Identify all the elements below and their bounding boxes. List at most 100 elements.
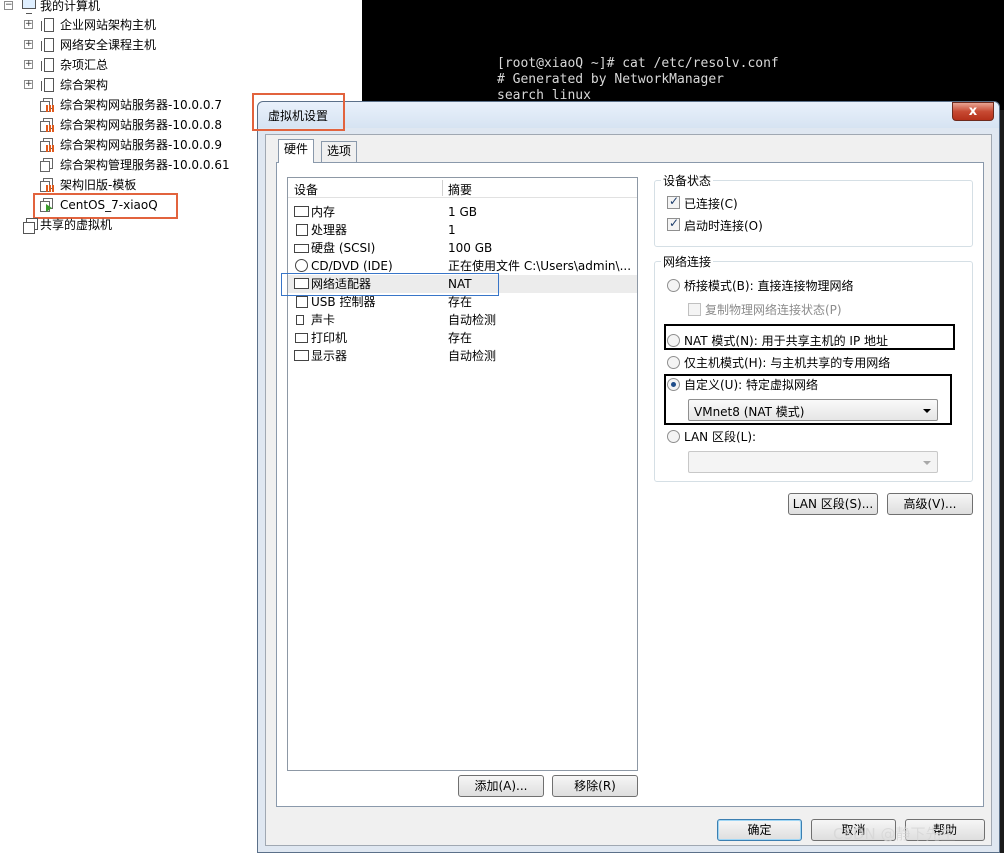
button-label: 添加(A)... [474, 779, 528, 793]
folder-icon [41, 38, 54, 52]
close-icon: x [968, 104, 978, 119]
terminal-line: # Generated by NetworkManager [497, 72, 724, 87]
radio-label[interactable]: LAN 区段(L): [684, 428, 756, 445]
tab-options[interactable]: 选项 [321, 141, 358, 162]
hostonly-radio[interactable] [667, 356, 680, 369]
device-row-printer[interactable]: 打印机 存在 [288, 329, 637, 347]
usb-icon [296, 296, 308, 308]
radio-label[interactable]: 仅主机模式(H): 与主机共享的专用网络 [684, 354, 890, 371]
radio-label[interactable]: 桥接模式(B): 直接连接物理网络 [684, 277, 853, 294]
lan-segment-radio[interactable] [667, 430, 680, 443]
device-name: 显示器 [311, 349, 348, 363]
network-connection-group: 网络连接 桥接模式(B): 直接连接物理网络 复制物理网络连接状态(P) NAT… [654, 253, 973, 482]
tree-root-label: 我的计算机 [40, 0, 101, 13]
lan-segments-button[interactable]: LAN 区段(S)... [788, 493, 878, 515]
checkbox-label[interactable]: 启动时连接(O) [684, 217, 763, 234]
device-summary: 自动检测 [448, 349, 497, 363]
group-title: 设备状态 [661, 172, 714, 189]
checkbox-label[interactable]: 已连接(C) [684, 195, 738, 212]
memory-icon [294, 206, 309, 217]
column-header-device[interactable]: 设备 [294, 181, 318, 198]
expand-icon[interactable]: + [24, 40, 33, 49]
printer-icon [295, 333, 308, 343]
speaker-icon [296, 315, 304, 325]
bridged-radio[interactable] [667, 279, 680, 292]
column-header-summary[interactable]: 摘要 [448, 181, 472, 198]
tree-item-label: 综合架构管理服务器-10.0.0.61 [60, 158, 230, 172]
button-label: 确定 [747, 823, 772, 837]
device-row-display[interactable]: 显示器 自动检测 [288, 347, 637, 365]
tab-label: 选项 [327, 144, 352, 158]
tree-item-label: 综合架构 [60, 78, 109, 92]
folder-icon [41, 58, 54, 72]
device-summary: 存在 [448, 331, 473, 345]
device-summary: 1 [448, 223, 456, 237]
device-list-header: 设备 摘要 [288, 178, 637, 198]
cdrom-icon [295, 259, 308, 272]
device-row-sound[interactable]: 声卡 自动检测 [288, 311, 637, 329]
tab-hardware[interactable]: 硬件 [278, 139, 315, 163]
column-divider[interactable] [442, 180, 443, 196]
vm-stopped-icon [40, 98, 54, 112]
group-title: 网络连接 [661, 253, 714, 270]
vm-stopped-icon [40, 118, 54, 132]
device-row-memory[interactable]: 内存 1 GB [288, 203, 637, 221]
dialog-titlebar[interactable]: 虚拟机设置 x [258, 102, 999, 128]
harddisk-icon [294, 244, 309, 253]
device-status-group: 设备状态 已连接(C) 启动时连接(O) [654, 172, 973, 247]
folder-icon [41, 78, 54, 92]
monitor-icon [294, 350, 309, 361]
hardware-panel: 设备 摘要 内存 1 GB 处理器 1 硬盘 (SCSI) 100 GB CD/… [276, 162, 984, 807]
tree-item-label: 杂项汇总 [60, 58, 109, 72]
button-label: 移除(R) [574, 779, 616, 793]
console-view[interactable]: [root@xiaoQ ~]# cat /etc/resolv.conf # G… [362, 0, 1004, 110]
cpu-icon [296, 224, 308, 236]
vm-stopped-icon [40, 178, 54, 192]
close-button[interactable]: x [952, 102, 994, 121]
button-label: 高级(V)... [903, 497, 957, 511]
ok-button[interactable]: 确定 [717, 819, 802, 841]
connect-at-power-on-checkbox[interactable] [667, 216, 680, 231]
checkbox-label[interactable]: 复制物理网络连接状态(P) [705, 301, 842, 318]
device-summary: 1 GB [448, 205, 477, 219]
device-summary: 100 GB [448, 241, 493, 255]
device-name: 硬盘 (SCSI) [311, 241, 376, 255]
watermark: CSDN @静下先生 [833, 825, 956, 843]
tree-item-label: 网络安全课程主机 [60, 38, 157, 52]
button-label: LAN 区段(S)... [792, 497, 874, 511]
highlight-box [664, 324, 955, 350]
device-summary: 自动检测 [448, 313, 497, 327]
expand-icon[interactable]: + [24, 80, 33, 89]
device-list[interactable]: 设备 摘要 内存 1 GB 处理器 1 硬盘 (SCSI) 100 GB CD/… [281, 177, 638, 771]
highlight-box [281, 273, 499, 296]
tree-item-label: 架构旧版-模板 [60, 178, 137, 192]
shared-vms-icon [23, 218, 38, 234]
tree-item-label: 综合架构网站服务器-10.0.0.8 [60, 118, 222, 132]
tree-item-label: 综合架构网站服务器-10.0.0.7 [60, 98, 222, 112]
highlight-box [664, 374, 952, 425]
expand-icon[interactable]: + [24, 60, 33, 69]
connected-checkbox[interactable] [667, 194, 680, 209]
expand-icon[interactable]: + [24, 20, 33, 29]
dialog-body: 硬件 选项 设备 摘要 内存 1 GB 处理器 1 硬盘 (SCSI) 100 … [265, 134, 992, 846]
replicate-state-checkbox[interactable] [688, 303, 701, 316]
device-row-harddisk[interactable]: 硬盘 (SCSI) 100 GB [288, 239, 637, 257]
device-name: 打印机 [311, 331, 348, 345]
add-device-button[interactable]: 添加(A)... [458, 775, 544, 797]
tab-label: 硬件 [284, 142, 309, 156]
folder-icon [41, 18, 54, 32]
tree-item-label: 综合架构网站服务器-10.0.0.9 [60, 138, 222, 152]
computer-icon [22, 0, 36, 14]
remove-device-button[interactable]: 移除(R) [552, 775, 638, 797]
vm-settings-dialog: 虚拟机设置 x 硬件 选项 设备 摘要 内存 1 GB 处理器 1 硬盘 (SC… [257, 101, 1000, 853]
collapse-icon[interactable]: − [4, 1, 13, 10]
tree-item-label: 企业网站架构主机 [60, 18, 157, 32]
lan-segment-select[interactable] [688, 451, 938, 473]
terminal-line: [root@xiaoQ ~]# cat /etc/resolv.conf [497, 56, 779, 71]
device-row-processor[interactable]: 处理器 1 [288, 221, 637, 239]
chevron-down-icon [923, 461, 931, 465]
device-name: 内存 [311, 205, 336, 219]
tree-item-label: 共享的虚拟机 [40, 218, 113, 232]
vm-stopped-icon [40, 158, 54, 172]
advanced-button[interactable]: 高级(V)... [887, 493, 973, 515]
